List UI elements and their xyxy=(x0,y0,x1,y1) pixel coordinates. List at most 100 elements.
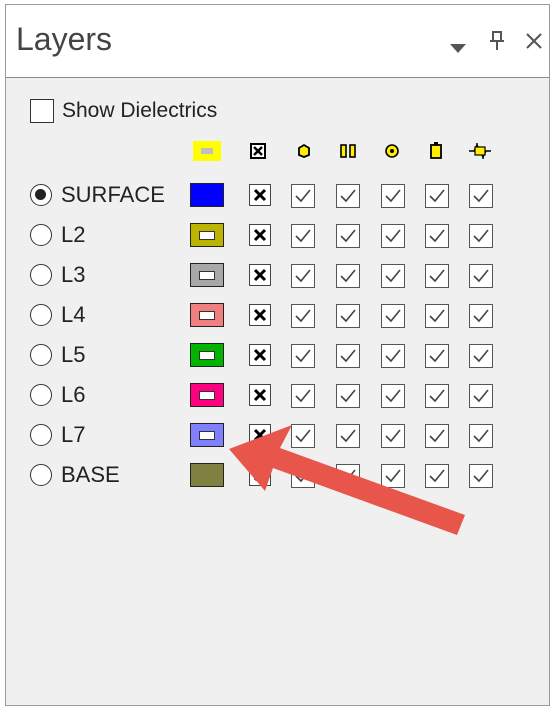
swatch-inner xyxy=(199,271,215,280)
layer-visibility-checkbox[interactable] xyxy=(291,264,315,288)
layer-visibility-checkbox[interactable] xyxy=(381,224,405,248)
layer-visibility-checkbox[interactable] xyxy=(469,464,493,488)
component-column-icon xyxy=(426,141,446,161)
layer-visibility-checkbox[interactable] xyxy=(291,224,315,248)
layer-visibility-checkbox[interactable] xyxy=(469,424,493,448)
layer-visibility-checkbox[interactable] xyxy=(469,224,493,248)
layer-xbox-toggle[interactable] xyxy=(249,304,271,326)
layer-radio[interactable] xyxy=(30,384,52,406)
layer-visibility-checkbox[interactable] xyxy=(381,424,405,448)
layer-row: L5 xyxy=(6,340,549,372)
layer-name: L7 xyxy=(61,422,86,447)
layer-visibility-checkbox[interactable] xyxy=(336,384,360,408)
layer-radio[interactable] xyxy=(30,224,52,246)
layer-visibility-checkbox[interactable] xyxy=(469,384,493,408)
layer-visibility-checkbox[interactable] xyxy=(469,184,493,208)
layer-visibility-checkbox[interactable] xyxy=(469,264,493,288)
layer-color-swatch[interactable] xyxy=(190,343,224,367)
pads-column-icon xyxy=(338,141,358,161)
layer-xbox-toggle[interactable] xyxy=(249,184,271,206)
x-box-column-icon xyxy=(248,141,268,161)
layer-visibility-checkbox[interactable] xyxy=(291,344,315,368)
layer-visibility-checkbox[interactable] xyxy=(425,264,449,288)
layer-visibility-checkbox[interactable] xyxy=(381,304,405,328)
show-dielectrics-box[interactable] xyxy=(30,99,54,123)
chevron-down-icon[interactable] xyxy=(449,37,467,60)
layer-name: L6 xyxy=(61,382,86,407)
layer-visibility-checkbox[interactable] xyxy=(469,344,493,368)
show-dielectrics-checkbox[interactable]: Show Dielectrics xyxy=(30,99,217,123)
layer-radio[interactable] xyxy=(30,464,52,486)
layer-visibility-checkbox[interactable] xyxy=(336,184,360,208)
layer-name: L3 xyxy=(61,262,86,287)
layer-visibility-checkbox[interactable] xyxy=(381,344,405,368)
layer-visibility-checkbox[interactable] xyxy=(336,264,360,288)
layer-visibility-checkbox[interactable] xyxy=(381,384,405,408)
panel-title: Layers xyxy=(16,21,113,57)
layer-row: L6 xyxy=(6,380,549,412)
color-column-icon xyxy=(193,141,221,161)
layer-radio[interactable] xyxy=(30,304,52,326)
layer-color-swatch[interactable] xyxy=(190,423,224,447)
layer-row: L4 xyxy=(6,300,549,332)
layer-name: L5 xyxy=(61,342,86,367)
layer-row: L7 xyxy=(6,420,549,452)
layer-visibility-checkbox[interactable] xyxy=(469,304,493,328)
layer-radio[interactable] xyxy=(30,424,52,446)
layer-visibility-checkbox[interactable] xyxy=(425,184,449,208)
layer-visibility-checkbox[interactable] xyxy=(291,304,315,328)
layer-radio[interactable] xyxy=(30,264,52,286)
panel-titlebar: Layers xyxy=(6,5,549,78)
layer-visibility-checkbox[interactable] xyxy=(336,424,360,448)
layer-row: SURFACE xyxy=(6,180,549,212)
layer-visibility-checkbox[interactable] xyxy=(425,304,449,328)
pin-icon[interactable] xyxy=(489,31,505,57)
layer-visibility-checkbox[interactable] xyxy=(425,424,449,448)
layer-visibility-checkbox[interactable] xyxy=(425,224,449,248)
layer-visibility-checkbox[interactable] xyxy=(291,464,315,488)
layer-color-swatch[interactable] xyxy=(190,263,224,287)
layer-visibility-checkbox[interactable] xyxy=(336,344,360,368)
layer-row: L2 xyxy=(6,220,549,252)
swatch-inner xyxy=(199,311,215,320)
layer-visibility-checkbox[interactable] xyxy=(425,384,449,408)
layer-xbox-toggle[interactable] xyxy=(249,344,271,366)
layer-visibility-checkbox[interactable] xyxy=(381,464,405,488)
layer-name: BASE xyxy=(61,462,120,487)
layer-color-swatch[interactable] xyxy=(190,383,224,407)
layer-name: L4 xyxy=(61,302,86,327)
close-icon[interactable] xyxy=(525,32,543,56)
show-dielectrics-label: Show Dielectrics xyxy=(62,99,218,122)
shape-column-icon xyxy=(294,141,314,161)
layer-visibility-checkbox[interactable] xyxy=(425,344,449,368)
layer-color-swatch[interactable] xyxy=(190,183,224,207)
layer-visibility-checkbox[interactable] xyxy=(381,264,405,288)
layer-xbox-toggle[interactable] xyxy=(249,464,271,486)
layer-visibility-checkbox[interactable] xyxy=(291,384,315,408)
swatch-inner xyxy=(199,351,215,360)
layer-radio[interactable] xyxy=(30,344,52,366)
layer-visibility-checkbox[interactable] xyxy=(425,464,449,488)
layer-visibility-checkbox[interactable] xyxy=(336,464,360,488)
swatch-inner xyxy=(199,231,215,240)
layer-xbox-toggle[interactable] xyxy=(249,264,271,286)
layer-visibility-checkbox[interactable] xyxy=(336,304,360,328)
layer-name: SURFACE xyxy=(61,182,165,207)
layer-xbox-toggle[interactable] xyxy=(249,384,271,406)
layer-xbox-toggle[interactable] xyxy=(249,224,271,246)
via-column-icon xyxy=(382,141,402,161)
layer-radio[interactable] xyxy=(30,184,52,206)
layer-visibility-checkbox[interactable] xyxy=(291,424,315,448)
layer-xbox-toggle[interactable] xyxy=(249,424,271,446)
layer-row: BASE xyxy=(6,460,549,492)
layer-row: L3 xyxy=(6,260,549,292)
layer-visibility-checkbox[interactable] xyxy=(381,184,405,208)
layer-visibility-checkbox[interactable] xyxy=(336,224,360,248)
connector-column-icon xyxy=(468,141,492,161)
layer-color-swatch[interactable] xyxy=(190,463,224,487)
swatch-inner xyxy=(199,431,215,440)
layer-color-swatch[interactable] xyxy=(190,223,224,247)
layer-color-swatch[interactable] xyxy=(190,303,224,327)
layer-visibility-checkbox[interactable] xyxy=(291,184,315,208)
swatch-inner xyxy=(199,391,215,400)
